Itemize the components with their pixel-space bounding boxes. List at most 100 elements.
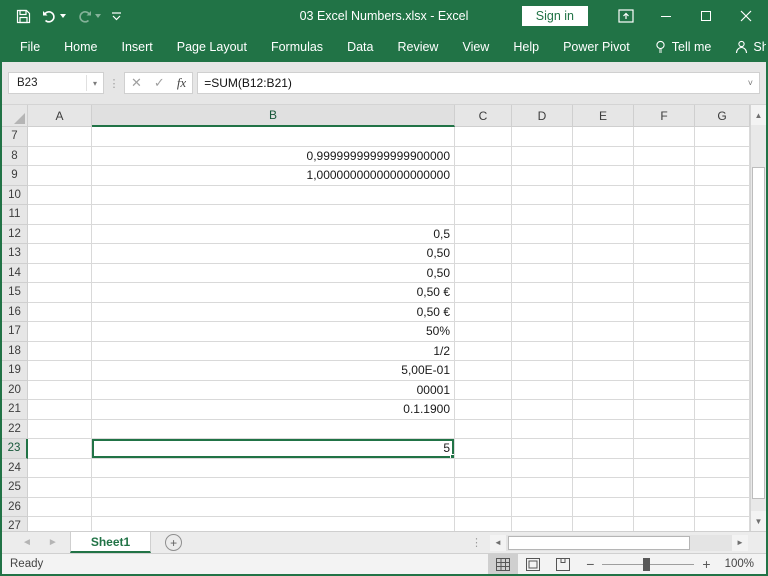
close-button[interactable]	[726, 0, 766, 32]
tab-data[interactable]: Data	[335, 34, 385, 60]
minimize-button[interactable]	[646, 0, 686, 32]
name-box[interactable]: B23 ▾	[8, 72, 104, 94]
cell-C15[interactable]	[455, 283, 512, 303]
cell-F12[interactable]	[634, 225, 695, 245]
cell-F23[interactable]	[634, 439, 695, 459]
cell-F20[interactable]	[634, 381, 695, 401]
cell-B7[interactable]	[92, 127, 455, 147]
column-header-D[interactable]: D	[512, 105, 573, 127]
sheet-nav-right-icon[interactable]: ►	[48, 537, 58, 548]
cell-D19[interactable]	[512, 361, 573, 381]
cell-A8[interactable]	[28, 147, 92, 167]
cell-A15[interactable]	[28, 283, 92, 303]
cell-A25[interactable]	[28, 478, 92, 498]
undo-dropdown-icon[interactable]	[60, 14, 66, 18]
cell-E17[interactable]	[573, 322, 634, 342]
cell-B17[interactable]: 50%	[92, 322, 455, 342]
cell-E23[interactable]	[573, 439, 634, 459]
cell-E19[interactable]	[573, 361, 634, 381]
cell-G8[interactable]	[695, 147, 750, 167]
cell-G21[interactable]	[695, 400, 750, 420]
cell-D13[interactable]	[512, 244, 573, 264]
cell-B21[interactable]: 0.1.1900	[92, 400, 455, 420]
cell-D25[interactable]	[512, 478, 573, 498]
cell-A22[interactable]	[28, 420, 92, 440]
row-header-14[interactable]: 14	[2, 264, 28, 284]
cell-A10[interactable]	[28, 186, 92, 206]
row-header-20[interactable]: 20	[2, 381, 28, 401]
column-header-B[interactable]: B	[92, 105, 455, 127]
cell-G10[interactable]	[695, 186, 750, 206]
cell-A7[interactable]	[28, 127, 92, 147]
cell-F9[interactable]	[634, 166, 695, 186]
add-sheet-icon[interactable]: +	[165, 534, 182, 551]
cell-C17[interactable]	[455, 322, 512, 342]
vertical-scroll-track[interactable]	[751, 125, 766, 511]
enter-icon[interactable]: ✓	[154, 75, 165, 91]
column-header-C[interactable]: C	[455, 105, 512, 127]
hscroll-splitter[interactable]: ⋮	[471, 536, 482, 549]
cell-F8[interactable]	[634, 147, 695, 167]
cell-B20[interactable]: 00001	[92, 381, 455, 401]
tab-file[interactable]: File	[8, 34, 52, 60]
row-header-26[interactable]: 26	[2, 498, 28, 518]
cell-D21[interactable]	[512, 400, 573, 420]
cell-E8[interactable]	[573, 147, 634, 167]
cell-F21[interactable]	[634, 400, 695, 420]
cell-G14[interactable]	[695, 264, 750, 284]
cell-G23[interactable]	[695, 439, 750, 459]
cell-G16[interactable]	[695, 303, 750, 323]
cell-G20[interactable]	[695, 381, 750, 401]
cell-A14[interactable]	[28, 264, 92, 284]
cell-E20[interactable]	[573, 381, 634, 401]
column-header-G[interactable]: G	[695, 105, 750, 127]
cell-A18[interactable]	[28, 342, 92, 362]
row-header-9[interactable]: 9	[2, 166, 28, 186]
cell-A21[interactable]	[28, 400, 92, 420]
row-header-12[interactable]: 12	[2, 225, 28, 245]
cell-D12[interactable]	[512, 225, 573, 245]
cell-F16[interactable]	[634, 303, 695, 323]
tab-insert[interactable]: Insert	[110, 34, 165, 60]
cell-A12[interactable]	[28, 225, 92, 245]
cell-G27[interactable]	[695, 517, 750, 531]
cell-D18[interactable]	[512, 342, 573, 362]
horizontal-scroll-track[interactable]	[506, 535, 732, 551]
page-layout-view-icon[interactable]	[518, 554, 548, 574]
insert-function-icon[interactable]: fx	[177, 75, 186, 91]
cell-E18[interactable]	[573, 342, 634, 362]
row-header-27[interactable]: 27	[2, 517, 28, 531]
zoom-out-icon[interactable]: −	[578, 556, 602, 572]
cell-F14[interactable]	[634, 264, 695, 284]
cell-B11[interactable]	[92, 205, 455, 225]
cell-D10[interactable]	[512, 186, 573, 206]
cell-E24[interactable]	[573, 459, 634, 479]
cell-D9[interactable]	[512, 166, 573, 186]
cell-F25[interactable]	[634, 478, 695, 498]
cell-F17[interactable]	[634, 322, 695, 342]
cell-A20[interactable]	[28, 381, 92, 401]
undo-icon[interactable]	[41, 9, 66, 24]
cell-A17[interactable]	[28, 322, 92, 342]
cell-B18[interactable]: 1/2	[92, 342, 455, 362]
cell-E26[interactable]	[573, 498, 634, 518]
cell-B16[interactable]: 0,50 €	[92, 303, 455, 323]
cell-C27[interactable]	[455, 517, 512, 531]
cell-C11[interactable]	[455, 205, 512, 225]
cell-E25[interactable]	[573, 478, 634, 498]
cell-E16[interactable]	[573, 303, 634, 323]
cell-G15[interactable]	[695, 283, 750, 303]
normal-view-icon[interactable]	[488, 554, 518, 574]
cell-E22[interactable]	[573, 420, 634, 440]
cell-G22[interactable]	[695, 420, 750, 440]
cell-C9[interactable]	[455, 166, 512, 186]
fill-handle[interactable]	[450, 454, 455, 459]
cell-C7[interactable]	[455, 127, 512, 147]
cell-G13[interactable]	[695, 244, 750, 264]
tab-help[interactable]: Help	[501, 34, 551, 60]
cell-F13[interactable]	[634, 244, 695, 264]
cell-A26[interactable]	[28, 498, 92, 518]
cell-C14[interactable]	[455, 264, 512, 284]
expand-formula-bar-icon[interactable]: ˅	[748, 78, 753, 88]
cell-E7[interactable]	[573, 127, 634, 147]
